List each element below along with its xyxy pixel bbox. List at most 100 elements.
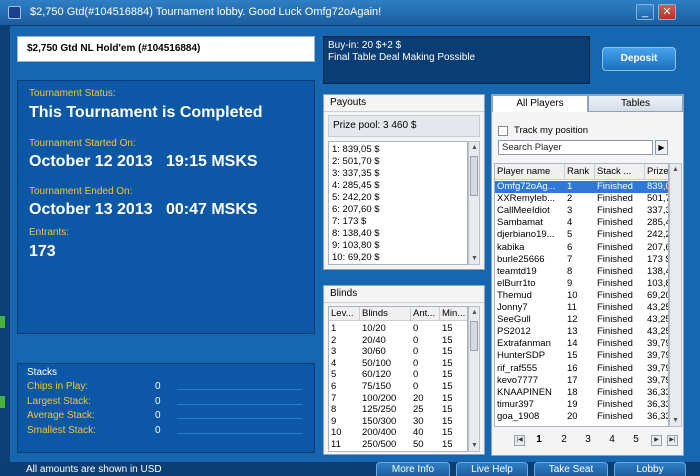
players-scrollbar[interactable]: ▲ ▼ xyxy=(669,163,682,427)
col-header-min[interactable]: Min... xyxy=(440,307,467,321)
payout-item: 5: 242,20 $ xyxy=(332,192,380,203)
search-go-icon[interactable]: ▶ xyxy=(655,140,668,155)
divider xyxy=(177,404,302,405)
player-rank: 3 xyxy=(567,205,573,217)
search-player-input[interactable]: Search Player xyxy=(498,140,653,155)
blind-min: 15 xyxy=(442,392,453,404)
close-button[interactable]: ✕ xyxy=(658,4,676,20)
take-seat-button[interactable]: Take Seat xyxy=(534,462,608,476)
last-page-icon[interactable]: ▶| xyxy=(667,435,678,446)
table-row[interactable]: XXRemyleb... 2 Finished 501,7... xyxy=(495,193,668,205)
tab-tables[interactable]: Tables xyxy=(588,95,683,112)
players-table[interactable]: Player name Rank Stack ... Prize Omfg72o… xyxy=(494,163,669,427)
blind-level: 7 xyxy=(331,392,337,404)
stack-value: 0 xyxy=(155,381,161,392)
page-link-3[interactable]: 3 xyxy=(581,434,595,445)
page-link-2[interactable]: 2 xyxy=(557,434,571,445)
tournament-name: $2,750 Gtd NL Hold'em (#104516884) xyxy=(17,36,315,62)
scroll-down-arrow-icon[interactable]: ▼ xyxy=(470,254,479,263)
blind-min: 15 xyxy=(442,439,453,450)
blind-amounts: 10/20 xyxy=(362,323,386,334)
scroll-down-arrow-icon[interactable]: ▼ xyxy=(470,441,479,450)
table-row[interactable]: timur397 19 Finished 36,33 $ xyxy=(495,399,668,411)
player-name: djerbiano19... xyxy=(497,229,555,241)
table-row[interactable]: elBurr1to 9 Finished 103,8... xyxy=(495,277,668,290)
scroll-up-arrow-icon[interactable]: ▲ xyxy=(671,165,680,174)
blind-amounts: 200/400 xyxy=(362,427,397,439)
player-prize: 207,6... xyxy=(647,241,668,253)
scroll-down-arrow-icon[interactable]: ▼ xyxy=(671,416,680,425)
track-position-checkbox[interactable] xyxy=(498,126,508,136)
player-prize: 103,8... xyxy=(647,277,668,289)
table-row[interactable]: Extrafanman 14 Finished 39,79 $ xyxy=(495,338,668,350)
col-header-rank[interactable]: Rank xyxy=(565,164,595,180)
player-name: CallMeeIdiot xyxy=(497,205,550,217)
table-row[interactable]: SeeGull 12 Finished 43,25 $ xyxy=(495,314,668,326)
deposit-button[interactable]: Deposit xyxy=(602,47,676,71)
blind-amounts: 60/120 xyxy=(362,369,392,381)
more-info-button[interactable]: More Info xyxy=(376,462,450,476)
payouts-list[interactable]: 1: 839,05 $ 2: 501,70 $ 3: 337,35 $ 4: 2… xyxy=(328,141,468,265)
tab-all-players[interactable]: All Players xyxy=(492,95,588,112)
blinds-table[interactable]: Lev... Blinds Ant... Min... 1 10/20 0 15 2 20… xyxy=(328,306,468,452)
minimize-button[interactable]: _ xyxy=(636,4,654,20)
first-page-icon[interactable]: |◀ xyxy=(514,435,525,446)
player-prize: 839,0... xyxy=(647,181,668,192)
col-header-ante[interactable]: Ant... xyxy=(411,307,440,321)
player-rank: 17 xyxy=(567,374,578,386)
blind-min: 15 xyxy=(442,334,453,346)
page-link-1[interactable]: 1 xyxy=(532,434,546,445)
table-row[interactable]: PS2012 13 Finished 43,25 $ xyxy=(495,326,668,338)
player-rank: 4 xyxy=(567,217,573,229)
scroll-thumb[interactable] xyxy=(470,156,478,196)
player-rank: 14 xyxy=(567,338,578,350)
table-row[interactable]: Sambamat 4 Finished 285,4... xyxy=(495,217,668,229)
table-row[interactable]: rif_raf555 16 Finished 39,79 $ xyxy=(495,362,668,375)
status-value: This Tournament is Completed xyxy=(29,104,263,121)
blinds-scrollbar[interactable]: ▲ ▼ xyxy=(468,306,480,452)
table-row[interactable]: burle25666 7 Finished 173 $ xyxy=(495,254,668,266)
table-row[interactable]: Themud 10 Finished 69,20 $ xyxy=(495,289,668,302)
player-name: Omfg72oAg... xyxy=(497,181,556,192)
stack-label: Chips in Play: xyxy=(27,381,89,392)
buyin-line: Buy-in: 20 $+2 $ xyxy=(328,40,402,51)
payouts-scrollbar[interactable]: ▲ ▼ xyxy=(468,141,480,265)
player-prize: 138,4... xyxy=(647,265,668,277)
player-rank: 16 xyxy=(567,362,578,374)
stack-row-average: Average Stack: 0 xyxy=(27,410,307,423)
stack-label: Smallest Stack: xyxy=(27,425,96,436)
table-row[interactable]: djerbiano19... 5 Finished 242,2... xyxy=(495,229,668,241)
lobby-button[interactable]: Lobby xyxy=(614,462,686,476)
table-row[interactable]: CallMeeIdiot 3 Finished 337,3... xyxy=(495,205,668,217)
scroll-up-arrow-icon[interactable]: ▲ xyxy=(470,143,479,152)
title-bar: $2,750 Gtd(#104516884) Tournament lobby.… xyxy=(0,0,700,26)
player-stack: Finished xyxy=(597,410,633,422)
table-row[interactable]: Jonny7 11 Finished 43,25 $ xyxy=(495,302,668,314)
status-label: Tournament Status: xyxy=(29,88,116,99)
col-header-level[interactable]: Lev... xyxy=(329,307,360,321)
blind-ante: 0 xyxy=(413,369,419,381)
live-help-button[interactable]: Live Help xyxy=(456,462,528,476)
scroll-thumb[interactable] xyxy=(470,321,478,351)
table-row[interactable]: kabika 6 Finished 207,6... xyxy=(495,241,668,254)
page-link-4[interactable]: 4 xyxy=(605,434,619,445)
table-row[interactable]: HunterSDP 15 Finished 39,79 $ xyxy=(495,350,668,362)
col-header-blinds[interactable]: Blinds xyxy=(360,307,411,321)
table-row[interactable]: Omfg72oAg... 1 Finished 839,0... xyxy=(495,181,668,193)
table-row[interactable]: KNAAPINEN 18 Finished 36,33 $ xyxy=(495,387,668,399)
col-header-stack[interactable]: Stack ... xyxy=(595,164,645,180)
payouts-panel: Payouts Prize pool: 3 460 $ 1: 839,05 $ … xyxy=(323,94,485,270)
divider xyxy=(177,433,302,434)
table-row[interactable]: goa_1908 20 Finished 36,33 $ xyxy=(495,410,668,423)
scroll-up-arrow-icon[interactable]: ▲ xyxy=(470,308,479,317)
player-name: Themud xyxy=(497,289,532,301)
table-row[interactable]: teamtd19 8 Finished 138,4... xyxy=(495,265,668,278)
col-header-prize[interactable]: Prize xyxy=(645,164,668,180)
player-name: kabika xyxy=(497,241,525,253)
blind-ante: 0 xyxy=(413,346,419,358)
col-header-player-name[interactable]: Player name xyxy=(495,164,565,180)
page-link-5[interactable]: 5 xyxy=(629,434,643,445)
next-page-icon[interactable]: ▶ xyxy=(651,435,662,446)
divider xyxy=(177,418,302,419)
table-row[interactable]: kevo7777 17 Finished 39,79 $ xyxy=(495,374,668,387)
